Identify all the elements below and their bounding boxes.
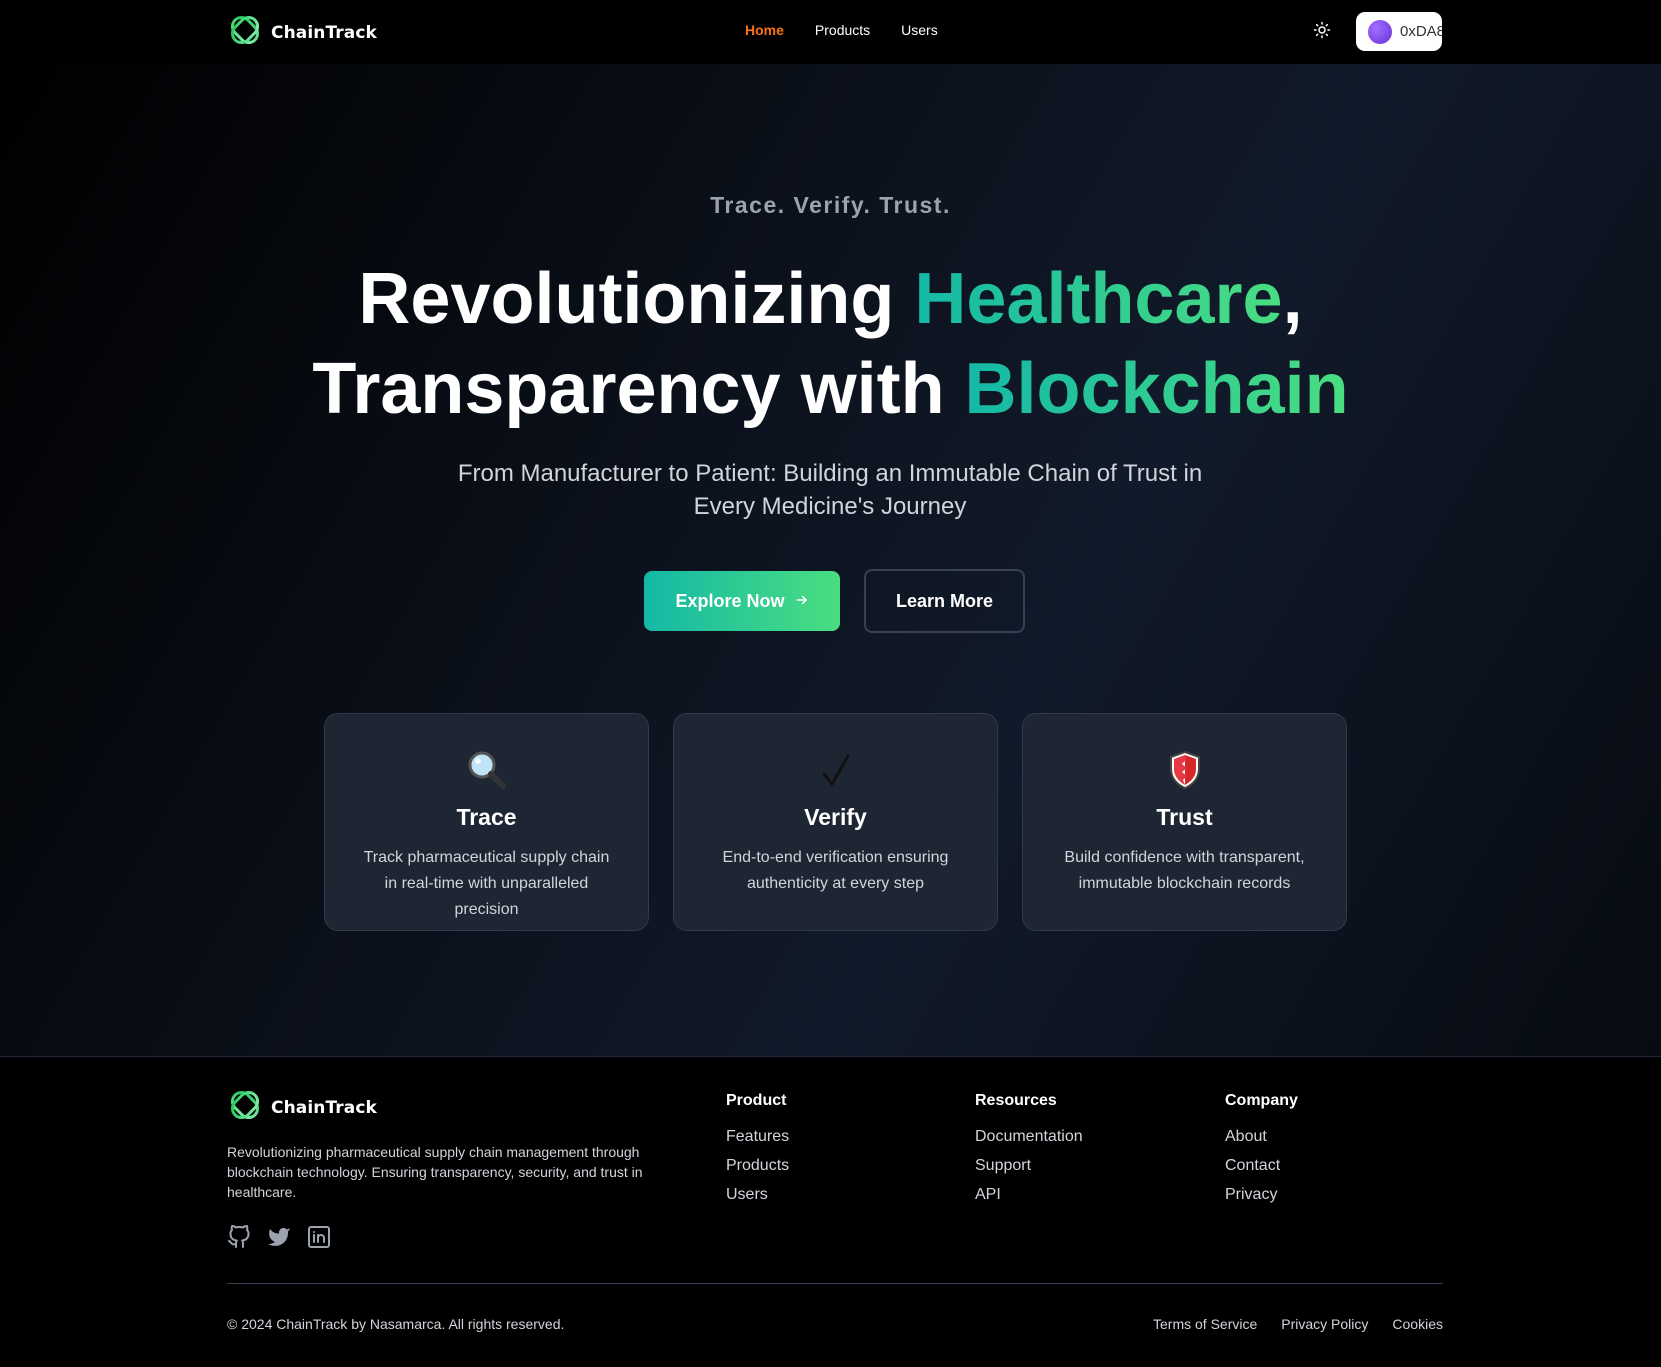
nav-link-users[interactable]: Users bbox=[901, 22, 938, 38]
learn-more-button[interactable]: Learn More bbox=[864, 569, 1025, 633]
footer-column-title: Company bbox=[1225, 1092, 1298, 1109]
footer-link-api[interactable]: API bbox=[975, 1186, 1083, 1204]
headline-text: Revolutionizing bbox=[358, 259, 915, 339]
feature-description: Track pharmaceutical supply chain in rea… bbox=[363, 849, 610, 918]
wallet-connect-button[interactable]: 0xDA8 bbox=[1356, 12, 1442, 51]
footer-column-title: Product bbox=[726, 1092, 787, 1109]
footer-column-title: Resources bbox=[975, 1092, 1057, 1109]
headline-highlight: Healthcare bbox=[914, 259, 1283, 339]
headline-text: Transparency with bbox=[312, 349, 965, 429]
explore-now-button[interactable]: Explore Now bbox=[644, 571, 840, 631]
footer: ChainTrack Revolutionizing pharmaceutica… bbox=[0, 1056, 1661, 1367]
headline-highlight: Blockchain bbox=[964, 349, 1349, 429]
shield-icon bbox=[1023, 748, 1346, 792]
footer-link-about[interactable]: About bbox=[1225, 1128, 1298, 1146]
footer-link-features[interactable]: Features bbox=[726, 1128, 789, 1146]
brand-logo-link[interactable]: ChainTrack bbox=[227, 12, 377, 53]
feature-card-trace: Trace Track pharmaceutical supply chain … bbox=[324, 713, 649, 931]
feature-title: Verify bbox=[804, 804, 867, 830]
legal-links: Terms of Service Privacy Policy Cookies bbox=[1153, 1316, 1443, 1332]
headline-text: , bbox=[1282, 259, 1303, 339]
footer-link-products[interactable]: Products bbox=[726, 1157, 789, 1175]
feature-title: Trace bbox=[456, 804, 517, 830]
wallet-avatar bbox=[1368, 19, 1392, 44]
hero-subheading: From Manufacturer to Patient: Building a… bbox=[457, 460, 1203, 520]
hero-section: Trace. Verify. Trust. Revolutionizing He… bbox=[0, 64, 1661, 1056]
footer-brand[interactable]: ChainTrack bbox=[227, 1087, 377, 1128]
privacy-policy-link[interactable]: Privacy Policy bbox=[1281, 1316, 1368, 1332]
footer-column-product: Product Features Products Users bbox=[726, 1092, 789, 1215]
wallet-address: 0xDA8 bbox=[1400, 23, 1442, 40]
chain-link-logo-icon bbox=[227, 12, 263, 53]
brand-name: ChainTrack bbox=[271, 22, 377, 43]
theme-toggle-button[interactable] bbox=[1310, 20, 1334, 44]
footer-link-documentation[interactable]: Documentation bbox=[975, 1128, 1083, 1146]
arrow-right-icon bbox=[795, 591, 809, 612]
feature-card-verify: Verify End-to-end verification ensuring … bbox=[673, 713, 998, 931]
sun-icon bbox=[1313, 21, 1331, 44]
nav-links: Home Products Users bbox=[745, 22, 938, 38]
footer-link-users[interactable]: Users bbox=[726, 1186, 789, 1204]
hero-headline: Revolutionizing Healthcare, Transparency… bbox=[0, 254, 1661, 434]
top-navbar: ChainTrack Home Products Users 0xDA8 bbox=[0, 0, 1661, 64]
hero-tagline: Trace. Verify. Trust. bbox=[710, 192, 951, 218]
copyright-text: © 2024 ChainTrack by Nasamarca. All righ… bbox=[227, 1316, 565, 1332]
feature-card-trust: Trust Build confidence with transparent,… bbox=[1022, 713, 1347, 931]
check-mark-icon bbox=[674, 748, 997, 792]
footer-description: Revolutionizing pharmaceutical supply ch… bbox=[227, 1144, 643, 1200]
brand-name: ChainTrack bbox=[271, 1097, 377, 1118]
social-links bbox=[227, 1225, 331, 1249]
explore-now-label: Explore Now bbox=[675, 590, 785, 611]
footer-link-privacy[interactable]: Privacy bbox=[1225, 1186, 1298, 1204]
footer-column-company: Company About Contact Privacy bbox=[1225, 1092, 1298, 1215]
footer-divider bbox=[227, 1283, 1443, 1284]
feature-description: Build confidence with transparent, immut… bbox=[1064, 849, 1305, 892]
cookies-link[interactable]: Cookies bbox=[1392, 1316, 1443, 1332]
terms-of-service-link[interactable]: Terms of Service bbox=[1153, 1316, 1257, 1332]
footer-link-contact[interactable]: Contact bbox=[1225, 1157, 1298, 1175]
linkedin-icon[interactable] bbox=[307, 1225, 331, 1249]
chain-link-logo-icon bbox=[227, 1087, 263, 1128]
nav-link-home[interactable]: Home bbox=[745, 22, 784, 38]
twitter-icon[interactable] bbox=[267, 1225, 291, 1249]
feature-description: End-to-end verification ensuring authent… bbox=[722, 849, 949, 892]
magnifying-glass-icon bbox=[325, 748, 648, 792]
feature-title: Trust bbox=[1156, 804, 1213, 830]
nav-link-products[interactable]: Products bbox=[815, 22, 870, 38]
footer-link-support[interactable]: Support bbox=[975, 1157, 1083, 1175]
github-icon[interactable] bbox=[227, 1225, 251, 1249]
footer-column-resources: Resources Documentation Support API bbox=[975, 1092, 1083, 1215]
